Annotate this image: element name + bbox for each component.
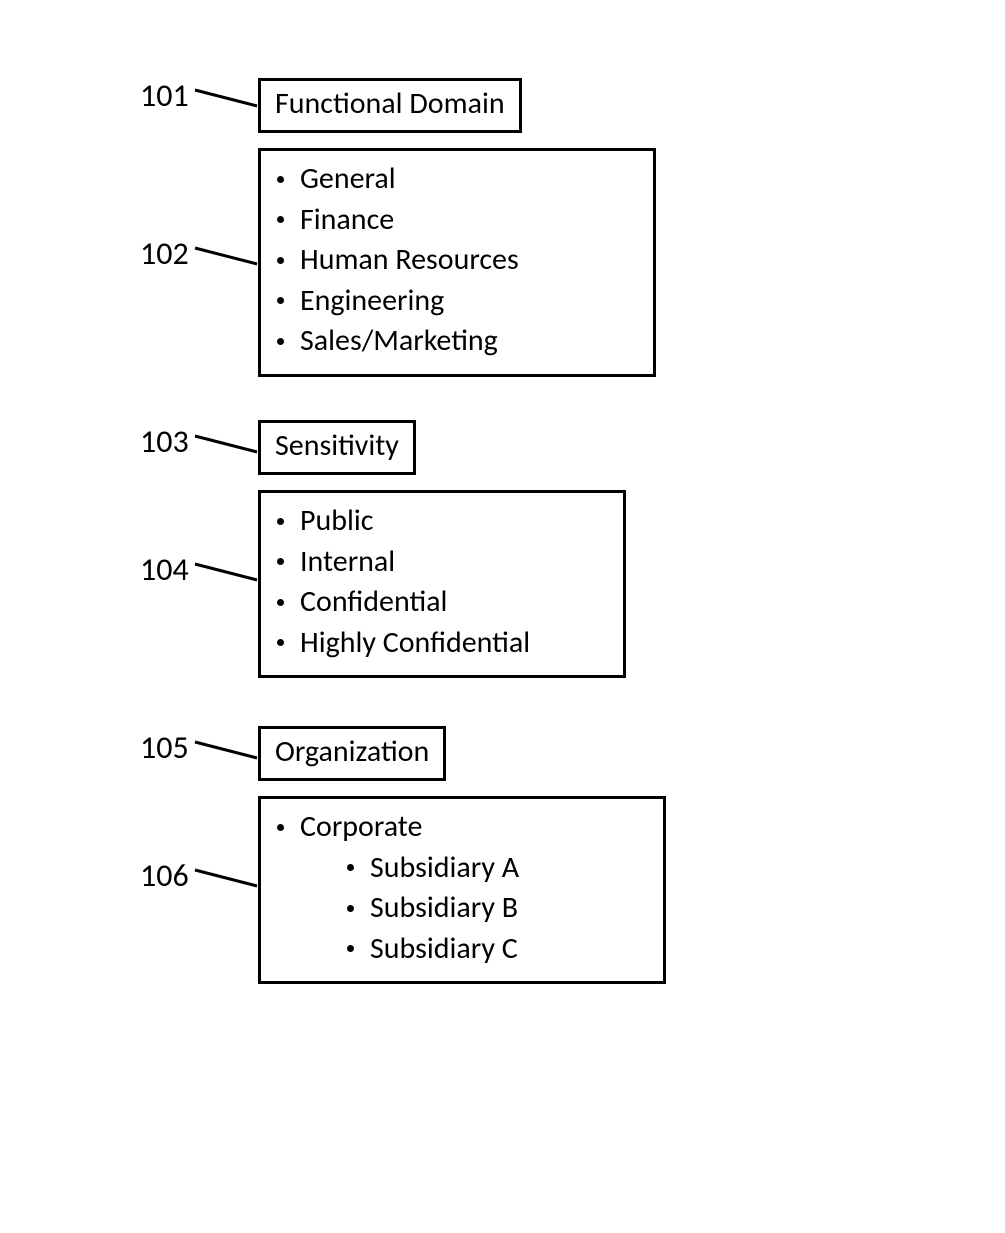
- item-text: Finance: [300, 200, 394, 241]
- list-functional-domain: General Finance Human Resources Engineer…: [258, 148, 656, 377]
- title-sensitivity: Sensitivity: [258, 420, 416, 475]
- bullet-icon: [277, 558, 284, 565]
- bullet-icon: [277, 176, 284, 183]
- list-item: Public: [277, 501, 607, 542]
- item-text: Subsidiary C: [370, 929, 518, 970]
- bullet-icon: [277, 599, 284, 606]
- title-functional-domain: Functional Domain: [258, 78, 522, 133]
- leader-101: [195, 90, 265, 120]
- title-text: Functional Domain: [275, 85, 505, 122]
- bullet-icon: [347, 945, 354, 952]
- ref-103: 103: [140, 422, 189, 461]
- item-text: General: [300, 159, 396, 200]
- bullet-icon: [277, 297, 284, 304]
- list-item: Sales/Marketing: [277, 321, 637, 362]
- item-text: Engineering: [300, 281, 444, 322]
- ref-106: 106: [140, 856, 189, 895]
- title-text: Organization: [275, 733, 429, 770]
- list-item: Corporate: [277, 807, 647, 848]
- item-text: Subsidiary B: [370, 888, 518, 929]
- ref-104: 104: [140, 550, 189, 589]
- list-item: Engineering: [277, 281, 637, 322]
- title-text: Sensitivity: [275, 427, 399, 464]
- bullet-icon: [347, 864, 354, 871]
- bullet-icon: [277, 824, 284, 831]
- list-subitem: Subsidiary C: [347, 929, 647, 970]
- bullet-icon: [277, 338, 284, 345]
- item-text: Public: [300, 501, 373, 542]
- bullet-icon: [277, 216, 284, 223]
- bullet-icon: [277, 257, 284, 264]
- leader-103: [195, 436, 265, 466]
- list-subitem: Subsidiary B: [347, 888, 647, 929]
- list-item: Human Resources: [277, 240, 637, 281]
- leader-105: [195, 742, 265, 772]
- list-organization: Corporate Subsidiary A Subsidiary B Subs…: [258, 796, 666, 984]
- ref-105: 105: [140, 728, 189, 767]
- bullet-icon: [277, 639, 284, 646]
- leader-106: [195, 870, 265, 900]
- leader-102: [195, 248, 265, 278]
- ref-101: 101: [140, 76, 189, 115]
- list-item: Internal: [277, 542, 607, 583]
- item-text: Confidential: [300, 582, 447, 623]
- list-item: Highly Confidential: [277, 623, 607, 664]
- item-text: Human Resources: [300, 240, 519, 281]
- list-subitem: Subsidiary A: [347, 848, 647, 889]
- item-text: Internal: [300, 542, 395, 583]
- list-item: Finance: [277, 200, 637, 241]
- item-text: Sales/Marketing: [300, 321, 498, 362]
- ref-102: 102: [140, 234, 189, 273]
- list-item: General: [277, 159, 637, 200]
- item-text: Highly Confidential: [300, 623, 530, 664]
- list-item: Confidential: [277, 582, 607, 623]
- item-text: Corporate: [300, 807, 422, 848]
- bullet-icon: [347, 905, 354, 912]
- item-text: Subsidiary A: [370, 848, 519, 889]
- list-sensitivity: Public Internal Confidential Highly Conf…: [258, 490, 626, 678]
- leader-104: [195, 564, 265, 594]
- bullet-icon: [277, 518, 284, 525]
- title-organization: Organization: [258, 726, 446, 781]
